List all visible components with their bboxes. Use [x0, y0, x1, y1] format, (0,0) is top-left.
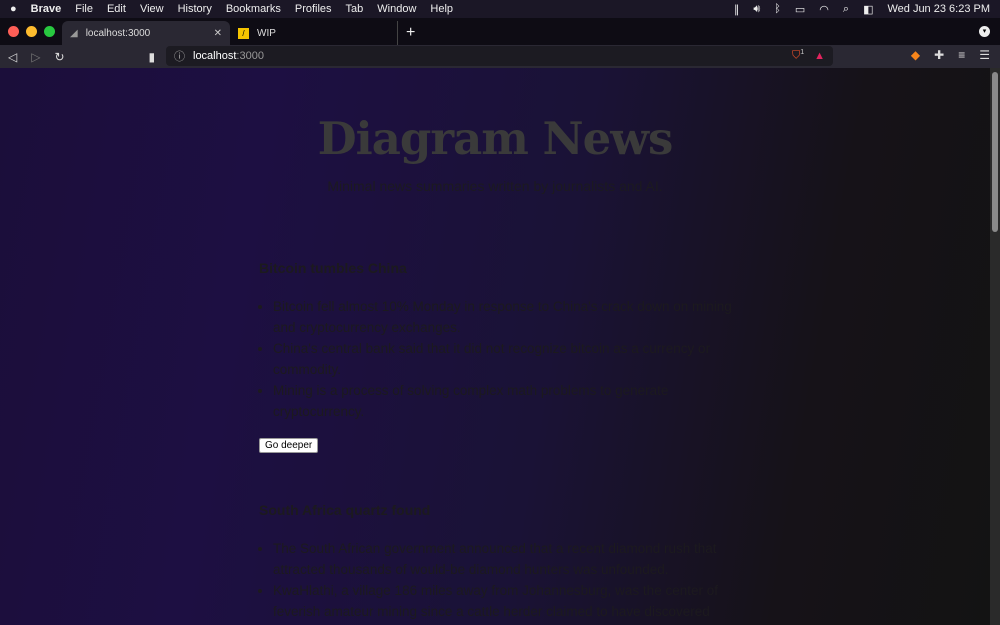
close-window-button[interactable] — [8, 26, 19, 37]
menu-file[interactable]: File — [75, 3, 93, 15]
list-item: The South African government announced t… — [273, 538, 744, 580]
bookmark-icon[interactable]: ▮ — [149, 50, 156, 64]
control-center-icon[interactable]: ◧ — [863, 3, 873, 16]
page-content: Diagram News Minimal news summaries writ… — [0, 68, 990, 625]
media-icon[interactable]: ≡ — [958, 48, 965, 62]
tab-bar: ◢ localhost:3000 ✕ / WIP + ▾ — [0, 18, 1000, 45]
list-item: Bitcoin fell almost 10% Monday in respon… — [273, 296, 744, 338]
back-icon[interactable]: ◁ — [8, 50, 17, 64]
list-item: China's central bank said that it did no… — [273, 338, 744, 380]
bluetooth-icon[interactable]: ᛒ — [774, 3, 781, 15]
search-icon[interactable]: ⌕ — [843, 3, 849, 16]
go-deeper-button[interactable]: Go deeper — [259, 438, 319, 453]
scrollbar[interactable] — [990, 68, 1000, 625]
close-tab-icon[interactable]: ✕ — [214, 28, 222, 39]
tab-search-icon[interactable]: ▾ — [979, 26, 990, 37]
menu-history[interactable]: History — [178, 3, 212, 15]
wip-favicon-icon: / — [238, 27, 249, 39]
url-host: localhost — [193, 50, 237, 62]
menu-tab[interactable]: Tab — [346, 3, 364, 15]
page-subtitle: Minimal news summaries written by journa… — [327, 178, 663, 194]
macos-menu-bar: ● Brave File Edit View History Bookmarks… — [0, 0, 1000, 18]
audio-icon[interactable]: ∥ — [734, 3, 740, 16]
brave-shields-icon[interactable]: ⛉1 — [792, 49, 804, 63]
extensions-icon[interactable]: ✚ — [934, 48, 944, 62]
article-heading: South Africa quartz found — [259, 502, 431, 518]
site-info-icon[interactable]: ⓘ — [174, 48, 185, 64]
window-controls — [8, 26, 55, 37]
address-bar[interactable]: ⓘ localhost:3000 ⛉1 ▲ — [166, 46, 833, 66]
forward-icon[interactable]: ▷ — [31, 50, 40, 64]
wifi-icon[interactable]: ◠ — [819, 3, 829, 16]
brave-rewards-icon[interactable]: ▲ — [814, 50, 825, 62]
article-heading: Bitcoin tumbles China — [259, 260, 407, 276]
apple-menu-icon[interactable]: ● — [10, 3, 17, 15]
shield-count: 1 — [800, 49, 805, 57]
menu-help[interactable]: Help — [430, 3, 453, 15]
reload-icon[interactable]: ↻ — [54, 50, 64, 64]
list-item: KwaHlathi, a village 186 miles away from… — [273, 580, 744, 622]
tab-title: WIP — [257, 27, 276, 39]
battery-icon[interactable]: ▭ — [795, 3, 805, 16]
menu-window[interactable]: Window — [377, 3, 416, 15]
scrollbar-thumb[interactable] — [992, 72, 998, 232]
url-port: :3000 — [236, 50, 264, 62]
list-item: Mining is a process of solving complex m… — [273, 380, 744, 422]
minimize-window-button[interactable] — [26, 26, 37, 37]
favicon-icon: ◢ — [70, 27, 78, 39]
menu-profiles[interactable]: Profiles — [295, 3, 332, 15]
page-title: Diagram News — [317, 112, 674, 165]
zoom-window-button[interactable] — [44, 26, 55, 37]
extensions-area: ◆ ✚ ≡ ☰ — [911, 48, 990, 62]
menu-icon[interactable]: ☰ — [979, 48, 990, 62]
tab-localhost[interactable]: ◢ localhost:3000 ✕ — [62, 21, 230, 45]
datetime[interactable]: Wed Jun 23 6:23 PM — [887, 3, 990, 15]
tab-title: localhost:3000 — [85, 27, 151, 39]
menu-app-name[interactable]: Brave — [31, 3, 62, 15]
new-tab-button[interactable]: + — [406, 24, 415, 42]
menu-edit[interactable]: Edit — [107, 3, 126, 15]
article: Bitcoin tumbles China Bitcoin fell almos… — [259, 260, 744, 453]
volume-icon[interactable]: 🔊︎ — [753, 3, 760, 16]
article: South Africa quartz found The South Afri… — [259, 502, 744, 622]
metamask-icon[interactable]: ◆ — [911, 48, 920, 62]
tab-wip[interactable]: / WIP — [230, 21, 398, 45]
menu-view[interactable]: View — [140, 3, 164, 15]
menu-bookmarks[interactable]: Bookmarks — [226, 3, 281, 15]
